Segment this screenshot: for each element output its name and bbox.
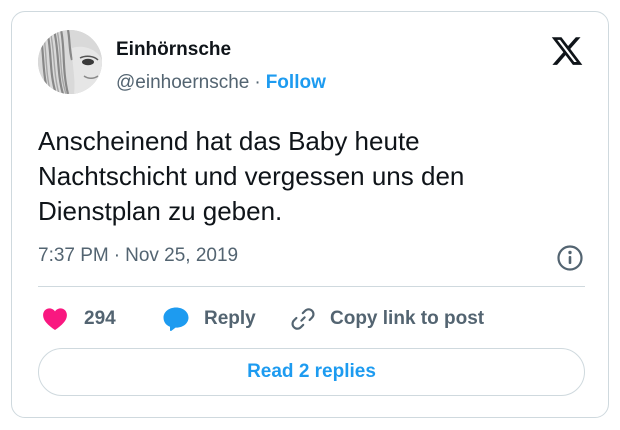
tweet-timestamp[interactable]: 7:37 PM · Nov 25, 2019 — [38, 244, 238, 268]
author-handle[interactable]: @einhoernsche — [116, 72, 249, 93]
read-replies-label: Read 2 replies — [247, 361, 376, 382]
link-icon — [291, 308, 315, 330]
tweet-time: 7:37 PM — [38, 245, 109, 266]
speech-bubble-icon — [163, 307, 189, 332]
tweet-text-line: Anscheinend hat das Baby heute — [38, 126, 420, 156]
tweet-text-line: Dienstplan zu geben. — [38, 196, 283, 226]
author-handle-row: @einhoernsche · Follow — [116, 71, 326, 95]
heart-icon — [43, 308, 67, 331]
tweet-text: Anscheinend hat das Baby heute Nachtschi… — [38, 124, 578, 229]
like-button[interactable]: 294 — [42, 304, 116, 334]
copy-link-button[interactable]: Copy link to post — [290, 304, 484, 334]
reply-button[interactable]: Reply — [162, 304, 256, 334]
tweet-date: Nov 25, 2019 — [125, 245, 239, 266]
x-logo-icon[interactable] — [550, 34, 584, 68]
timestamp-separator: · — [113, 245, 121, 266]
author-display-name[interactable]: Einhörnsche — [116, 38, 231, 62]
read-replies-button[interactable]: Read 2 replies — [38, 348, 585, 396]
reply-label: Reply — [204, 308, 256, 329]
tweet-text-line: Nachtschicht und vergessen uns den — [38, 161, 465, 191]
info-icon[interactable] — [556, 244, 584, 272]
divider — [38, 286, 585, 287]
avatar-image — [38, 30, 102, 94]
follow-button[interactable]: Follow — [266, 72, 326, 93]
copy-link-label: Copy link to post — [330, 308, 485, 329]
like-count: 294 — [84, 308, 116, 329]
avatar[interactable] — [38, 30, 102, 94]
tweet-card: Einhörnsche @einhoernsche · Follow Anschei… — [11, 11, 609, 418]
handle-separator: · — [254, 72, 261, 93]
